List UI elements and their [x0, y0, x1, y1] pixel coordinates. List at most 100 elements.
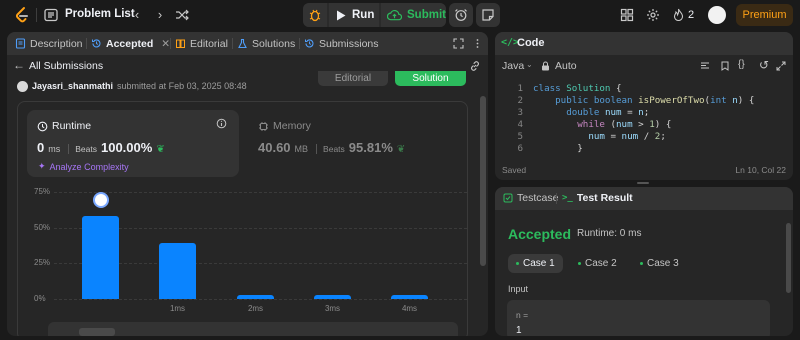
more-vertical-icon[interactable] [472, 38, 483, 49]
link-icon[interactable] [469, 60, 481, 72]
chart-bar[interactable] [314, 295, 351, 299]
chevron-left-icon[interactable]: ‹ [130, 8, 144, 22]
code-token: = [604, 131, 622, 142]
sparkle-icon: ✦ [38, 161, 46, 171]
tab-label: Editorial [190, 37, 228, 50]
leetcode-logo-icon[interactable] [13, 6, 31, 24]
code-toolbar: Java ⌄ Auto {} ↺ [495, 57, 793, 75]
line-number: 2 [517, 95, 523, 106]
code-text: } [533, 143, 583, 155]
tab-test-result[interactable]: >_ Test Result [562, 192, 633, 204]
runtime-unit: ms [48, 144, 61, 154]
code-token: int [710, 95, 733, 106]
memory-metric[interactable]: 40.60 MB Beats 95.81% ❦ [258, 140, 405, 155]
case-tab-3[interactable]: Case 3 [632, 254, 687, 273]
code-line[interactable]: 3 double num = n; [495, 107, 793, 119]
code-token: ) { [737, 95, 755, 106]
language-select[interactable]: Java [502, 60, 524, 72]
chevron-down-icon[interactable]: ⌄ [526, 60, 533, 69]
braces-icon[interactable]: {} [738, 59, 745, 70]
auto-mode-label[interactable]: Auto [555, 60, 577, 72]
code-line[interactable]: 1 class Solution { [495, 83, 793, 95]
code-token: num [616, 119, 633, 130]
chip-icon [259, 121, 268, 131]
debug-button[interactable] [303, 3, 327, 27]
streak-counter[interactable]: 2 [673, 8, 694, 21]
play-icon [337, 10, 346, 20]
layout-grid-icon[interactable] [620, 8, 634, 22]
tab-submissions[interactable]: Submissions [304, 32, 379, 55]
code-line[interactable]: 6 } [495, 143, 793, 155]
editorial-button[interactable]: Editorial [318, 71, 388, 86]
y-tick-label: 50% [34, 222, 51, 232]
chart-bar[interactable] [237, 295, 274, 299]
tab-description[interactable]: Description [15, 32, 83, 55]
analyze-complexity-link[interactable]: ✦ Analyze Complexity [38, 161, 129, 172]
input-var-value: 1 [516, 325, 522, 336]
memory-unit: MB [294, 144, 309, 154]
code-text: public boolean isPowerOfTwo(int n) { [533, 95, 754, 107]
panel-tabs: Description Accepted ✕ Editorial Solutio… [7, 32, 488, 55]
divider [232, 38, 233, 49]
scrollbar[interactable] [480, 96, 486, 266]
close-icon[interactable]: ✕ [161, 38, 170, 50]
runtime-title-text: Runtime [52, 120, 92, 132]
memory-title-text: Memory [273, 120, 311, 132]
shuffle-icon[interactable] [175, 8, 189, 22]
chevron-right-icon[interactable]: › [153, 8, 167, 22]
code-line[interactable]: 5 num = num / 2; [495, 131, 793, 143]
divider [556, 193, 557, 204]
expand-icon[interactable] [776, 61, 786, 71]
alarm-clock-button[interactable] [449, 3, 473, 27]
code-text: while (num > 1) { [533, 119, 671, 131]
runtime-value: 0 [37, 140, 45, 155]
all-submissions-link[interactable]: All Submissions [29, 60, 103, 72]
tab-editorial[interactable]: Editorial [175, 32, 228, 55]
tab-solutions[interactable]: Solutions [237, 32, 295, 55]
user-avatar[interactable] [708, 6, 726, 24]
case-tab-2[interactable]: Case 2 [570, 254, 625, 273]
notes-button[interactable] [476, 3, 500, 27]
maximize-icon[interactable] [453, 38, 464, 49]
scrollbar[interactable] [786, 223, 791, 293]
chart-bar[interactable] [391, 295, 428, 299]
tab-testcase[interactable]: Testcase [503, 192, 558, 204]
submitter-name[interactable]: Jayasri_shanmathi [32, 81, 113, 91]
format-icon[interactable] [700, 61, 710, 71]
bookmark-icon[interactable] [720, 61, 730, 71]
submit-button[interactable]: Submit [381, 3, 446, 27]
result-status: Accepted [508, 226, 572, 242]
note-icon [482, 9, 494, 21]
code-line[interactable]: 4 while (num > 1) { [495, 119, 793, 131]
problem-list-icon[interactable] [44, 8, 58, 22]
divider [170, 38, 171, 49]
memory-beats-label: Beats [316, 144, 345, 154]
test-result-label: Test Result [576, 192, 633, 204]
line-number: 4 [517, 119, 523, 130]
premium-button[interactable]: Premium [736, 4, 793, 26]
run-button[interactable]: Run [329, 3, 379, 27]
panel-resize-handle[interactable] [637, 182, 649, 184]
reset-icon[interactable]: ↺ [759, 58, 769, 72]
code-line[interactable]: 2 public boolean isPowerOfTwo(int n) { [495, 95, 793, 107]
code-token: } [533, 143, 583, 154]
cursor-position: Ln 10, Col 22 [735, 165, 786, 175]
gridline [54, 299, 467, 300]
chart-bar[interactable] [82, 216, 119, 299]
gear-icon[interactable] [646, 8, 660, 22]
tab-accepted[interactable]: Accepted ✕ [91, 32, 170, 55]
arrow-left-icon[interactable]: ← [13, 58, 25, 72]
problem-list-link[interactable]: Problem List [65, 8, 135, 20]
document-icon [15, 38, 26, 49]
case-tab-1[interactable]: Case 1 [508, 254, 563, 273]
book-icon [176, 39, 185, 48]
solution-button[interactable]: Solution [395, 71, 466, 86]
code-token: ( [604, 119, 617, 130]
bug-icon [309, 9, 321, 22]
info-icon[interactable] [216, 118, 227, 129]
chart-bar[interactable] [159, 243, 196, 299]
memory-title: Memory [258, 120, 311, 132]
input-box[interactable] [507, 300, 770, 336]
memory-value: 40.60 [258, 140, 291, 155]
